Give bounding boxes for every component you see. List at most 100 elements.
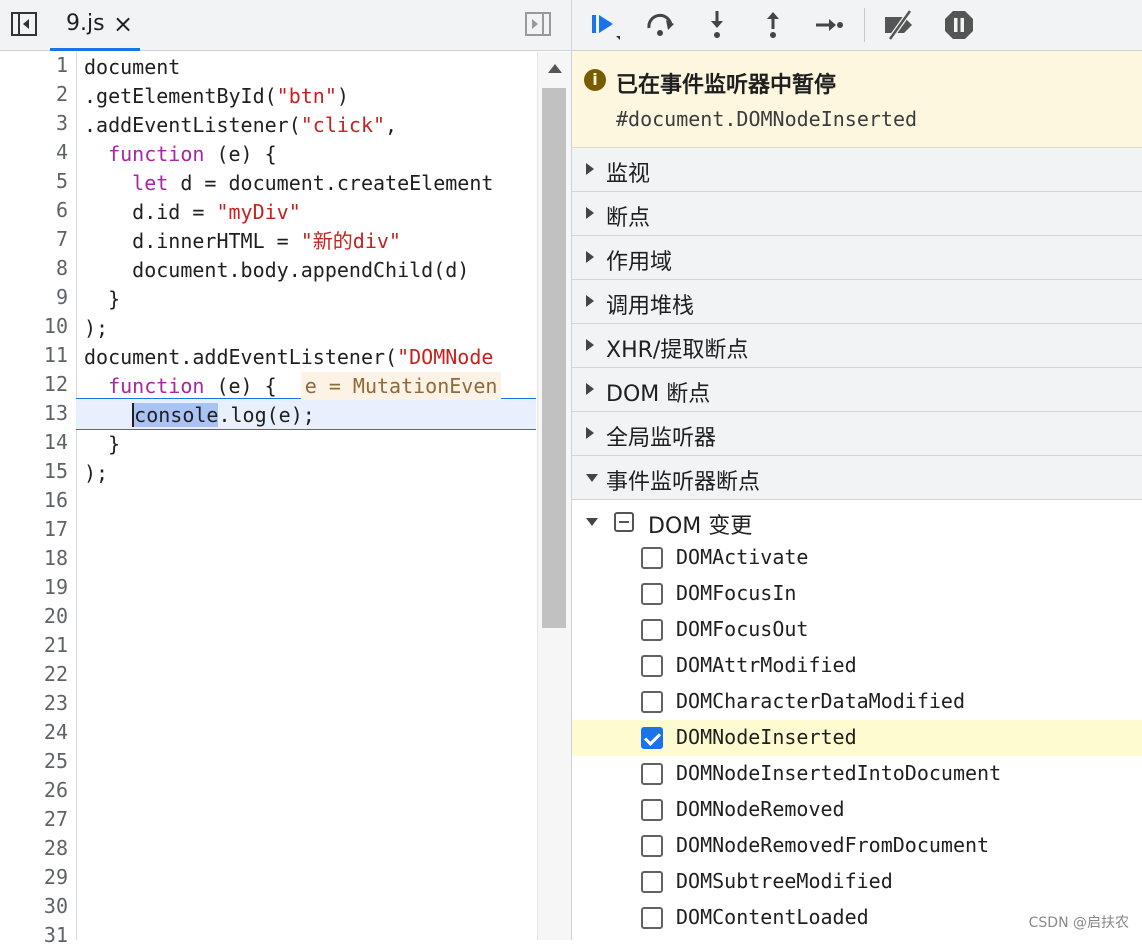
code-line: function (e) {: [108, 142, 277, 166]
line-number[interactable]: 31: [44, 923, 68, 947]
line-number[interactable]: 13: [44, 401, 68, 425]
code-line: document.body.appendChild(d): [84, 258, 470, 282]
step-icon[interactable]: [812, 8, 846, 42]
group-label: DOM 变更: [648, 514, 753, 539]
line-number[interactable]: 27: [44, 807, 68, 831]
chevron-right-icon: [586, 427, 594, 439]
line-number[interactable]: 15: [44, 459, 68, 483]
checkbox[interactable]: [641, 799, 663, 821]
checkbox[interactable]: [641, 583, 663, 605]
line-number[interactable]: 11: [44, 343, 68, 367]
line-number[interactable]: 1: [56, 53, 68, 77]
code-line: document.addEventListener("DOMNode: [84, 345, 494, 369]
paused-detail: #document.DOMNodeInserted: [616, 107, 918, 131]
editor-tab-bar: 9.js ×: [0, 0, 571, 51]
section-header[interactable]: XHR/提取断点: [572, 324, 1142, 368]
resume-icon[interactable]: [588, 8, 622, 42]
code-line: }: [84, 432, 121, 456]
section-label: 全局监听器: [606, 426, 717, 451]
event-label: DOMNodeRemoved: [676, 797, 845, 821]
checkbox[interactable]: [641, 907, 663, 929]
line-number[interactable]: 16: [44, 488, 68, 512]
section-header[interactable]: DOM 断点: [572, 368, 1142, 412]
section-label: 调用堆栈: [606, 294, 695, 319]
code-line: d.innerHTML = "新的div": [84, 229, 401, 253]
event-breakpoint-row[interactable]: DOMNodeRemoved: [572, 792, 1142, 828]
event-label: DOMFocusIn: [676, 581, 797, 605]
partial-checkbox-icon[interactable]: [614, 512, 634, 532]
section-header[interactable]: 全局监听器: [572, 412, 1142, 456]
code-line: }: [84, 287, 121, 311]
line-number[interactable]: 21: [44, 633, 68, 657]
checkbox[interactable]: [641, 871, 663, 893]
line-number[interactable]: 23: [44, 691, 68, 715]
checkbox[interactable]: [641, 763, 663, 785]
event-breakpoint-row[interactable]: DOMSubtreeModified: [572, 864, 1142, 900]
checkbox[interactable]: [641, 691, 663, 713]
line-number[interactable]: 18: [44, 546, 68, 570]
checkbox[interactable]: [641, 655, 663, 677]
line-number[interactable]: 14: [44, 430, 68, 454]
line-number[interactable]: 4: [56, 140, 68, 164]
line-number[interactable]: 30: [44, 894, 68, 918]
line-number[interactable]: 26: [44, 778, 68, 802]
line-number[interactable]: 8: [56, 256, 68, 280]
step-out-icon[interactable]: [756, 8, 790, 42]
toggle-navigator-icon[interactable]: [10, 10, 38, 38]
line-number[interactable]: 9: [56, 285, 68, 309]
section-label: 作用域: [606, 250, 673, 275]
line-number[interactable]: 6: [56, 198, 68, 222]
checkbox[interactable]: [641, 547, 663, 569]
event-breakpoint-row[interactable]: DOMFocusOut: [572, 612, 1142, 648]
line-number[interactable]: 25: [44, 749, 68, 773]
pause-on-exceptions-icon[interactable]: [942, 8, 976, 42]
event-breakpoint-row[interactable]: DOMNodeRemovedFromDocument: [572, 828, 1142, 864]
event-breakpoint-row[interactable]: DOMNodeInsertedIntoDocument: [572, 756, 1142, 792]
line-number[interactable]: 20: [44, 604, 68, 628]
event-breakpoint-row[interactable]: DOMCharacterDataModified: [572, 684, 1142, 720]
section-header[interactable]: 调用堆栈: [572, 280, 1142, 324]
code-area[interactable]: document .getElementById("btn") .addEven…: [84, 52, 536, 940]
line-number[interactable]: 22: [44, 662, 68, 686]
line-number[interactable]: 5: [56, 169, 68, 193]
line-number[interactable]: 12: [44, 372, 68, 396]
dom-mutation-group[interactable]: DOM 变更: [572, 500, 1142, 544]
scroll-up-arrow-icon[interactable]: [548, 64, 562, 73]
watermark: CSDN @启扶农: [1028, 915, 1129, 931]
event-breakpoint-row[interactable]: DOMNodeInserted: [572, 720, 1142, 756]
section-header[interactable]: 作用域: [572, 236, 1142, 280]
chevron-right-icon: [586, 251, 594, 263]
chevron-right-icon: [586, 163, 594, 175]
deactivate-breakpoints-icon[interactable]: [882, 8, 916, 42]
close-icon[interactable]: ×: [113, 0, 133, 48]
line-number[interactable]: 19: [44, 575, 68, 599]
event-breakpoint-row[interactable]: DOMActivate: [572, 540, 1142, 576]
event-breakpoint-row[interactable]: DOMAttrModified: [572, 648, 1142, 684]
section-header[interactable]: 断点: [572, 192, 1142, 236]
code-line: document: [84, 55, 181, 79]
scrollbar-thumb[interactable]: [542, 88, 566, 628]
chevron-down-icon: [586, 474, 598, 482]
line-number[interactable]: 29: [44, 865, 68, 889]
checkbox[interactable]: [641, 835, 663, 857]
section-event-listener-breakpoints[interactable]: 事件监听器断点: [572, 456, 1142, 500]
toggle-debugger-icon[interactable]: [524, 10, 552, 38]
code-line-current: console.log(e);: [132, 403, 315, 427]
section-header[interactable]: 监视: [572, 148, 1142, 192]
line-number[interactable]: 7: [56, 227, 68, 251]
step-over-icon[interactable]: [644, 8, 678, 42]
inline-variable-value[interactable]: e = MutationEven: [300, 372, 502, 400]
tab-9-js[interactable]: 9.js ×: [50, 0, 140, 51]
line-number[interactable]: 17: [44, 517, 68, 541]
line-number[interactable]: 2: [56, 82, 68, 106]
checkbox[interactable]: [641, 619, 663, 641]
step-into-icon[interactable]: [700, 8, 734, 42]
line-number[interactable]: 3: [56, 111, 68, 135]
checkbox-checked[interactable]: [641, 727, 663, 749]
line-number-gutter[interactable]: 1 2 3 4 5 6 7 8 9 10 11 12 13 14 15 16 17 18 19 20 21 22 23 24 2…: [0, 52, 77, 947]
event-breakpoint-row[interactable]: DOMFocusIn: [572, 576, 1142, 612]
line-number[interactable]: 28: [44, 836, 68, 860]
line-number[interactable]: 24: [44, 720, 68, 744]
editor-scrollbar[interactable]: [537, 52, 572, 940]
line-number[interactable]: 10: [44, 314, 68, 338]
